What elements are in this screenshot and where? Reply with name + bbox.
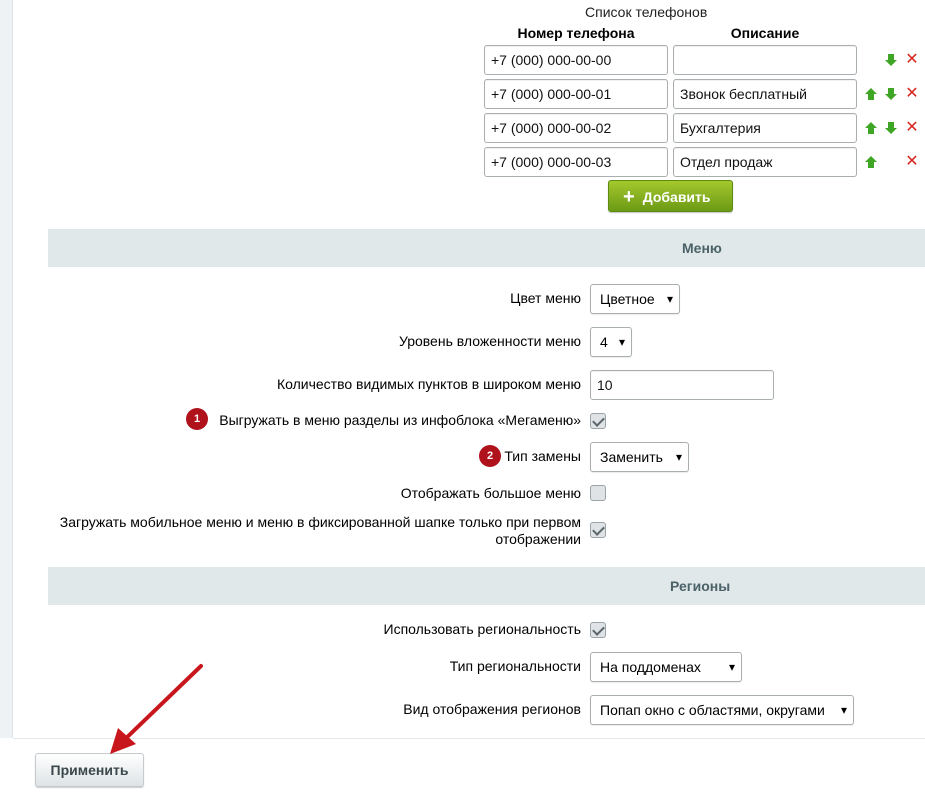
phone-number-input-4[interactable]: +7 (000) 000-00-03 (484, 147, 668, 177)
phone-number-input-3[interactable]: +7 (000) 000-00-02 (484, 113, 668, 143)
menu-depth-label: Уровень вложенности меню (398, 333, 581, 349)
move-up-icon[interactable] (864, 87, 878, 101)
menu-color-value: Цветное (600, 291, 655, 307)
phone-description-input-1[interactable] (673, 45, 857, 75)
use-regions-label: Использовать региональность (383, 621, 581, 637)
annotation-arrow-icon (110, 664, 203, 754)
mobile-menu-label-line2: отображении (495, 531, 581, 547)
phone-description-input-3[interactable]: Бухгалтерия (673, 113, 857, 143)
move-down-icon[interactable] (884, 53, 898, 67)
region-type-label: Тип региональности (449, 658, 581, 674)
chevron-down-icon: ▾ (618, 335, 625, 349)
chevron-down-icon: ▾ (728, 660, 735, 674)
delete-icon[interactable]: ✕ (905, 52, 919, 68)
big-menu-checkbox[interactable] (590, 485, 606, 501)
visible-items-label: Количество видимых пунктов в широком мен… (276, 376, 581, 392)
menu-section-header: Меню (48, 229, 925, 267)
menu-color-select[interactable]: Цветное ▾ (590, 284, 680, 314)
annotation-badge-2: 2 (479, 445, 501, 467)
plus-icon: + (623, 186, 635, 208)
use-regions-checkbox[interactable] (590, 622, 606, 638)
region-view-label: Вид отображения регионов (403, 701, 581, 717)
left-gutter (0, 0, 13, 738)
phone-description-column-header: Описание (730, 25, 800, 41)
phone-number-input-2[interactable]: +7 (000) 000-00-01 (484, 79, 668, 109)
menu-depth-value: 4 (600, 334, 608, 350)
menu-color-label: Цвет меню (510, 290, 581, 306)
phone-description-input-4[interactable]: Отдел продаж (673, 147, 857, 177)
region-view-select[interactable]: Попап окно с областями, округами ▾ (590, 695, 854, 725)
megamenu-checkbox[interactable] (590, 413, 606, 429)
phone-number-column-header: Номер телефона (517, 25, 635, 41)
chevron-down-icon: ▾ (840, 703, 847, 717)
region-type-select[interactable]: На поддоменах ▾ (590, 652, 742, 682)
regions-section-title: Регионы (670, 578, 731, 594)
delete-icon[interactable]: ✕ (905, 86, 919, 102)
region-type-value: На поддоменах (600, 659, 701, 675)
region-view-value: Попап окно с областями, округами (600, 702, 825, 718)
add-phone-label: Добавить (642, 189, 711, 205)
mobile-menu-checkbox[interactable] (590, 522, 606, 538)
visible-items-input[interactable]: 10 (590, 370, 774, 400)
delete-icon[interactable]: ✕ (905, 120, 919, 136)
big-menu-label: Отображать большое меню (400, 485, 581, 501)
chevron-down-icon: ▾ (675, 450, 682, 464)
add-phone-button[interactable]: + Добавить (608, 180, 733, 212)
move-up-icon[interactable] (864, 155, 878, 169)
chevron-down-icon: ▾ (666, 292, 673, 306)
replace-type-select[interactable]: Заменить ▾ (590, 442, 689, 472)
delete-icon[interactable]: ✕ (905, 154, 919, 170)
move-down-icon[interactable] (884, 121, 898, 135)
phone-description-input-2[interactable]: Звонок бесплатный (673, 79, 857, 109)
megamenu-label: Выгружать в меню разделы из инфоблока «М… (219, 412, 581, 428)
regions-section-header: Регионы (48, 567, 925, 605)
menu-section-title: Меню (682, 240, 722, 256)
move-up-icon[interactable] (864, 121, 878, 135)
mobile-menu-label-line1: Загружать мобильное меню и меню в фиксир… (59, 514, 581, 530)
menu-depth-select[interactable]: 4 ▾ (590, 327, 632, 357)
phones-caption: Список телефонов (585, 4, 708, 20)
phone-number-input-1[interactable]: +7 (000) 000-00-00 (484, 45, 668, 75)
replace-type-value: Заменить (600, 449, 663, 465)
annotation-badge-1: 1 (186, 408, 208, 430)
replace-type-label: Тип замены (504, 448, 581, 464)
move-down-icon[interactable] (884, 87, 898, 101)
